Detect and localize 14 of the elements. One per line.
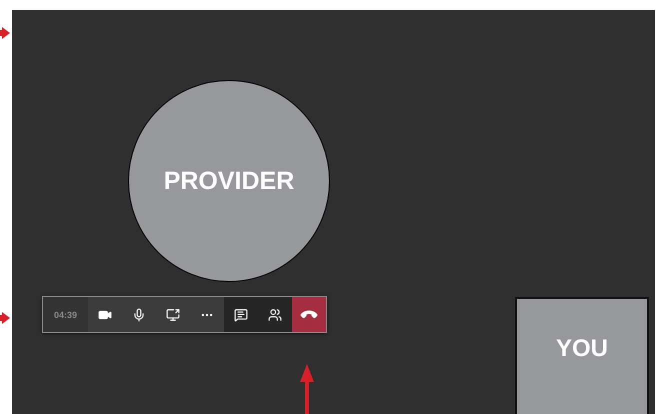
microphone-icon	[132, 308, 146, 322]
pointer-arrow	[300, 364, 314, 414]
camera-button[interactable]	[88, 297, 122, 332]
participant-avatar: PROVIDER	[128, 80, 330, 282]
pointer-arrow	[0, 27, 10, 39]
hang-up-button[interactable]	[292, 297, 326, 332]
chat-button[interactable]	[224, 297, 258, 332]
people-icon	[268, 308, 282, 322]
self-view-tile: YOU	[515, 297, 649, 414]
chat-icon	[234, 308, 248, 322]
call-timer: 04:39	[43, 297, 88, 332]
pointer-arrow	[0, 312, 10, 324]
participants-button[interactable]	[258, 297, 292, 332]
share-screen-icon	[166, 308, 180, 322]
